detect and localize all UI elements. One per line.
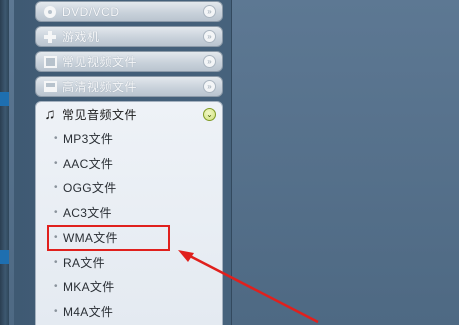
annotation-arrow [178,250,319,324]
